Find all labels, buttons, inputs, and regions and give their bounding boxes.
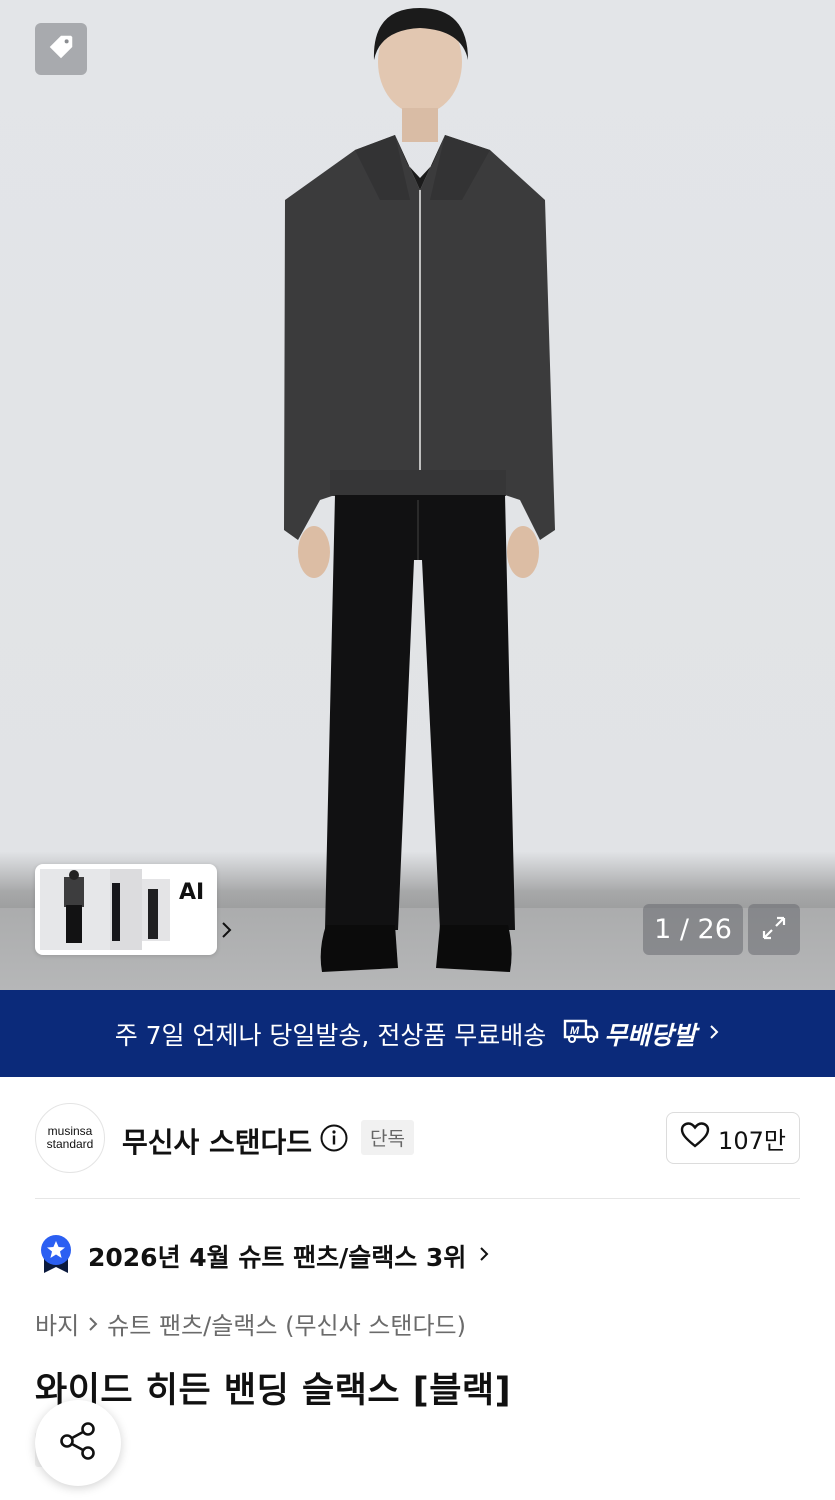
- chevron-right-icon: [220, 920, 234, 944]
- divider: [35, 1198, 800, 1199]
- breadcrumb-item[interactable]: 슈트 팬츠/슬랙스 (무신사 스탠다드): [107, 1306, 466, 1341]
- share-button[interactable]: [35, 1400, 121, 1486]
- product-title: 와이드 히든 밴딩 슬랙스 [블랙]: [35, 1371, 512, 1411]
- product-image-carousel[interactable]: AI 1 / 26: [0, 0, 835, 990]
- product-photo-model: [284, 8, 555, 972]
- expand-icon: [758, 912, 790, 948]
- heart-icon: [680, 1121, 710, 1155]
- free-shipping-banner[interactable]: 주 7일 언제나 당일발송, 전상품 무료배송 M 무배당발: [0, 990, 835, 1077]
- chevron-right-icon: [478, 1244, 490, 1268]
- breadcrumb-item[interactable]: 바지: [35, 1306, 79, 1341]
- truck-icon: M: [562, 1017, 600, 1051]
- share-icon: [57, 1420, 99, 1466]
- brand-row: musinsa standard 무신사 스탠다드 단독 107만: [35, 1103, 800, 1175]
- thumbnail-images: [40, 869, 170, 950]
- brand-logo-line2: standard: [46, 1137, 94, 1151]
- tag-button[interactable]: [35, 23, 87, 75]
- brand-logo[interactable]: musinsa standard: [35, 1103, 105, 1173]
- image-counter: 1 / 26: [643, 904, 743, 955]
- ranking-link[interactable]: 2026년 4월 슈트 팬츠/슬랙스 3위: [38, 1234, 490, 1278]
- ai-label: AI: [179, 880, 205, 905]
- expand-button[interactable]: [748, 904, 800, 955]
- breadcrumb: 바지 슈트 팬츠/슬랙스 (무신사 스탠다드): [35, 1306, 466, 1341]
- brand-name[interactable]: 무신사 스탠다드: [122, 1121, 312, 1161]
- banner-logo: M 무배당발: [562, 1016, 696, 1052]
- like-button[interactable]: 107만: [666, 1112, 800, 1164]
- banner-text: 주 7일 언제나 당일발송, 전상품 무료배송: [114, 1020, 547, 1050]
- ai-thumbnail-card[interactable]: AI: [35, 864, 232, 955]
- banner-logo-text: 무배당발: [604, 1020, 697, 1050]
- tag-icon: [46, 32, 76, 66]
- exclusive-badge: 단독: [361, 1120, 414, 1155]
- svg-text:M: M: [570, 1025, 580, 1037]
- chevron-right-icon: [708, 1019, 720, 1048]
- like-count: 107만: [718, 1126, 786, 1155]
- rank-medal-icon: [38, 1234, 74, 1278]
- info-icon[interactable]: [319, 1123, 349, 1157]
- chevron-right-icon: [87, 1314, 99, 1334]
- rank-text: 2026년 4월 슈트 팬츠/슬랙스 3위: [88, 1243, 467, 1272]
